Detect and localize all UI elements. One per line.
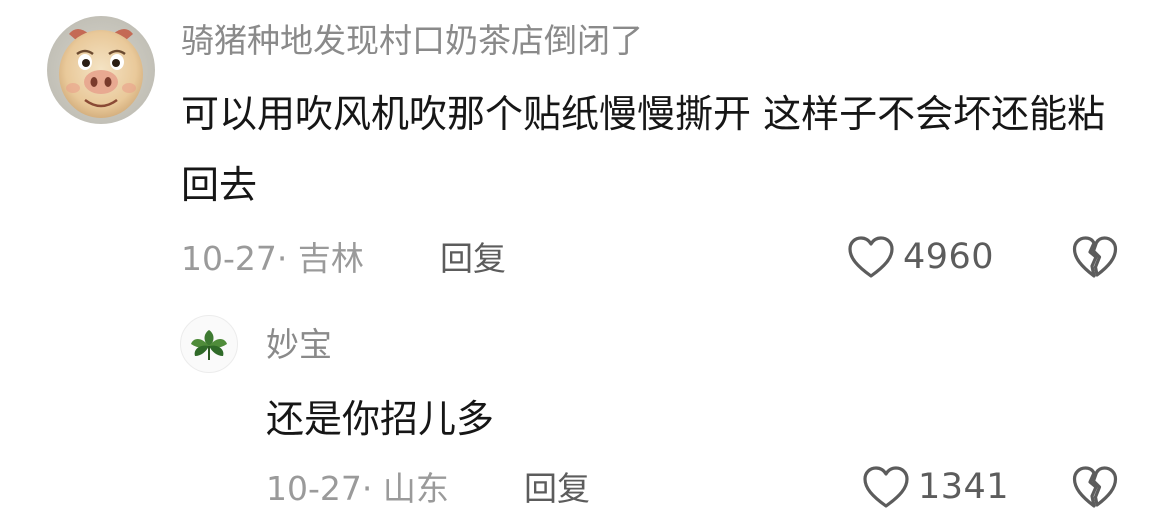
like-button[interactable]: 4960 <box>847 232 994 282</box>
avatar[interactable] <box>180 315 238 373</box>
broken-heart-icon <box>1072 236 1118 278</box>
like-count: 4960 <box>903 237 995 277</box>
reply-button[interactable]: 回复 <box>440 234 506 284</box>
pig-avatar-icon <box>47 16 155 124</box>
broken-heart-icon <box>1072 466 1118 508</box>
username[interactable]: 妙宝 <box>266 320 332 370</box>
username[interactable]: 骑猪种地发现村口奶茶店倒闭了 <box>181 16 643 66</box>
comment-meta: 10-27· 山东 <box>266 469 449 508</box>
heart-icon <box>848 236 894 278</box>
green-leaf-avatar-icon <box>191 330 227 360</box>
comment-meta: 10-27· 吉林 <box>181 239 364 278</box>
heart-icon <box>863 466 909 508</box>
comment-text: 还是你招儿多 <box>266 397 495 441</box>
comment-text: 可以用吹风机吹那个贴纸慢慢撕开 这样子不会坏还能粘回去 <box>181 92 1106 207</box>
dislike-button[interactable] <box>1072 235 1118 279</box>
like-button[interactable]: 1341 <box>862 462 1009 512</box>
like-count: 1341 <box>918 467 1010 507</box>
comment-thread: 骑猪种地发现村口奶茶店倒闭了 可以用吹风机吹那个贴纸慢慢撕开 这样子不会坏还能粘… <box>0 0 1170 523</box>
dislike-button[interactable] <box>1072 465 1118 509</box>
reply-button[interactable]: 回复 <box>524 464 590 514</box>
avatar[interactable] <box>47 16 155 124</box>
